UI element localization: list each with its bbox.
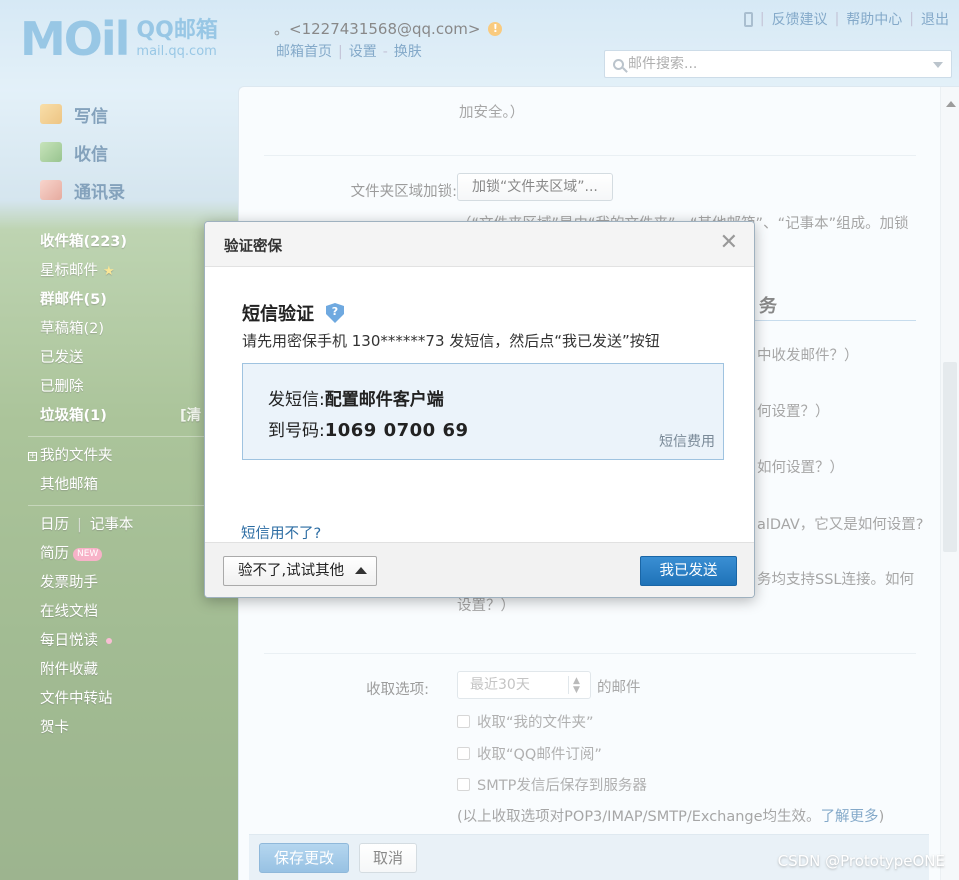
dialog-title: 验证密保	[224, 239, 282, 255]
shield-icon[interactable]	[326, 303, 344, 323]
sms-unavailable-link[interactable]: 短信用不了?	[241, 522, 321, 543]
sms-content: 配置邮件客户端	[324, 390, 444, 410]
dialog-footer: 验不了,试试其他 我已发送	[205, 542, 754, 597]
sms-to-label: 到号码:	[268, 421, 325, 441]
close-icon[interactable]: ✕	[720, 232, 738, 254]
sms-info-box: 发短信:配置邮件客户端 到号码:1069 0700 69 短信费用	[242, 363, 724, 460]
sms-fee-link[interactable]: 短信费用	[659, 431, 715, 451]
sms-number: 1069 0700 69	[324, 420, 469, 441]
sent-button[interactable]: 我已发送	[640, 556, 737, 586]
sms-instruction: 请先用密保手机 130******73 发短信，然后点“我已发送”按钮	[242, 332, 660, 350]
verify-dialog: 验证密保 ✕ 短信验证 请先用密保手机 130******73 发短信，然后点“…	[204, 221, 755, 598]
dialog-header: 验证密保 ✕	[205, 222, 754, 267]
sms-heading: 短信验证	[242, 300, 344, 326]
try-other-button[interactable]: 验不了,试试其他	[223, 556, 377, 586]
sms-send-label: 发短信:	[268, 390, 325, 410]
caret-up-icon	[355, 567, 367, 574]
